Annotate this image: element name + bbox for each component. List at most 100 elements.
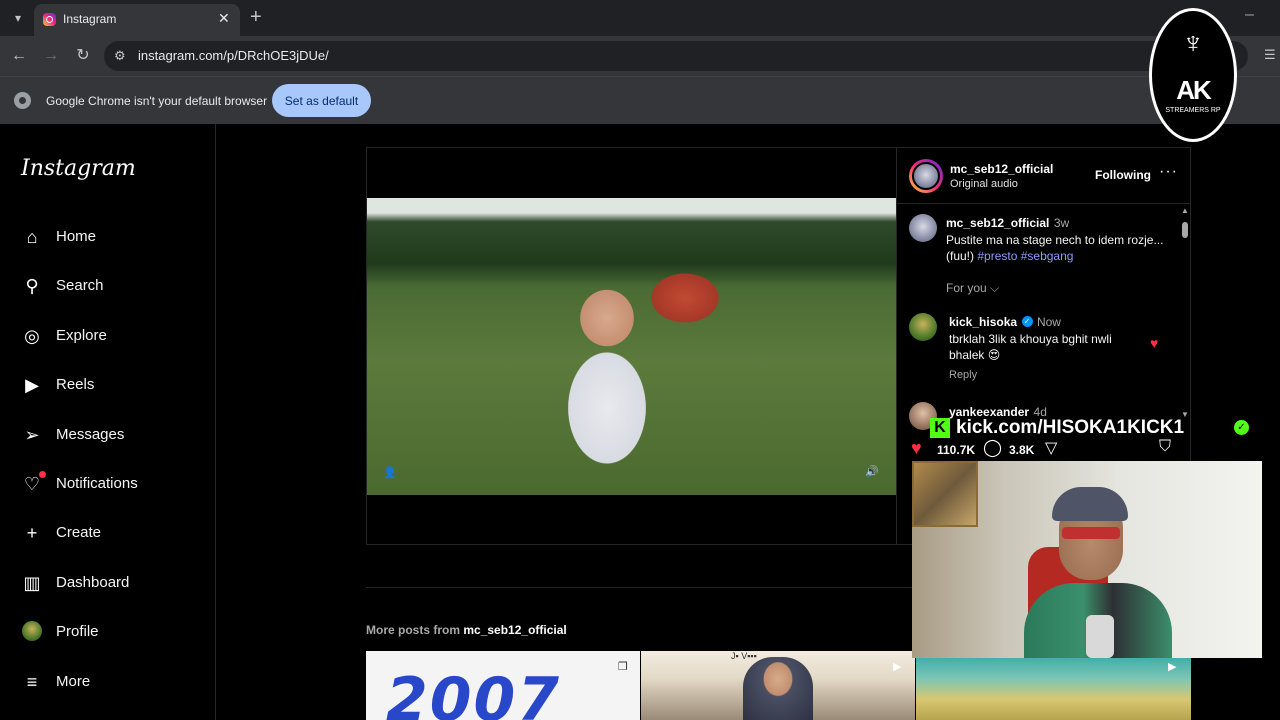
sidebar-item-label: Reels (56, 376, 95, 393)
author-avatar[interactable] (909, 159, 943, 193)
comment-sort-dropdown[interactable]: For you ⌵ (946, 281, 999, 296)
sidebar-item-notifications[interactable]: ♡ Notifications (12, 462, 208, 506)
streamer-webcam (912, 461, 1262, 658)
reply-button[interactable]: Reply (949, 369, 977, 381)
search-icon: ⚲ (25, 276, 39, 296)
audio-link[interactable]: Original audio (950, 178, 1018, 190)
tab-close-icon[interactable]: ✕ (218, 10, 230, 27)
post-header: mc_seb12_official Original audio Followi… (897, 148, 1191, 204)
tab-search-button[interactable]: ▾ (8, 8, 28, 28)
compass-icon: ◎ (24, 326, 40, 346)
instagram-logo[interactable]: Instagram (21, 156, 136, 181)
comment-username[interactable]: kick_hisoka (949, 315, 1017, 329)
send-icon: ➢ (24, 425, 40, 445)
sidebar-item-create[interactable]: + Create (12, 511, 208, 555)
streamer-cap (1052, 487, 1128, 521)
browser-tab[interactable]: Instagram ✕ (34, 4, 240, 36)
comment-avatar[interactable] (909, 313, 937, 341)
sidebar-item-label: More (56, 673, 91, 690)
tab-title: Instagram (63, 12, 117, 26)
dashboard-icon: ▥ (23, 573, 41, 593)
caption: mc_seb12_official 3w Pustite ma na stage… (946, 214, 1176, 264)
plus-icon: + (26, 523, 38, 543)
sidebar-item-messages[interactable]: ➢ Messages (12, 413, 208, 457)
thumbnail-text: 2007 (386, 665, 561, 720)
new-tab-button[interactable]: + (250, 6, 262, 28)
kick-url-text: kick.com/HISOKA1KICK1 (956, 417, 1185, 438)
caption-username[interactable]: mc_seb12_official (946, 216, 1049, 230)
chevron-down-icon: ⌵ (990, 281, 1000, 295)
infobar-message: Google Chrome isn't your default browser (46, 94, 268, 108)
bookmark-icon[interactable]: ⛉ (1159, 438, 1171, 456)
more-options-icon[interactable]: ··· (1159, 163, 1178, 181)
sidebar-item-search[interactable]: ⚲ Search (12, 264, 208, 308)
kick-logo-icon: K (930, 418, 950, 438)
reel-icon: ▶ (893, 661, 902, 673)
author-username[interactable]: mc_seb12_official (950, 162, 1053, 176)
more-posts-prefix: More posts from (366, 623, 461, 637)
badge-text: AK (1176, 75, 1212, 105)
notification-dot (39, 471, 46, 478)
verified-badge-icon: ✓ (1021, 316, 1033, 328)
sidebar-item-label: Create (56, 524, 102, 541)
comment-bubble-icon[interactable]: ◯ (983, 438, 1002, 458)
window-minimize-button[interactable]: – (1245, 6, 1254, 24)
sidebar-item-label: Search (56, 277, 104, 294)
thumbnail-text: J▪ V▪▪▪ (731, 651, 757, 661)
sort-label: For you (946, 281, 987, 295)
more-posts-heading: More posts from mc_seb12_official (366, 623, 567, 637)
verified-check-icon: ✓ (1234, 420, 1249, 435)
wall-painting (912, 461, 978, 527)
more-post-thumbnail[interactable]: J▪ V▪▪▪ ▶ (641, 651, 915, 720)
comment-text: tbrklah 3lik a khouya bghit nwli bhalek … (949, 332, 1112, 362)
like-count[interactable]: 110.7K (937, 443, 975, 457)
sidebar-item-dashboard[interactable]: ▥ Dashboard (12, 561, 208, 605)
set-as-default-button[interactable]: Set as default (272, 84, 371, 117)
address-bar[interactable]: ⚙ instagram.com/p/DRchOE3jDUe/ (104, 41, 1248, 71)
avatar (22, 621, 42, 641)
sidebar-item-reels[interactable]: ▶ Reels (12, 363, 208, 407)
forward-arrow-icon[interactable]: → (40, 45, 62, 67)
back-arrow-icon[interactable]: ← (8, 45, 30, 67)
side-panel-icon[interactable]: ☰ (1264, 47, 1276, 63)
sidebar-item-profile[interactable]: Profile (12, 610, 208, 654)
instagram-sidebar: Instagram ⌂ Home ⚲ Search ◎ Explore ▶ Re… (0, 124, 216, 720)
sidebar-item-explore[interactable]: ◎ Explore (12, 314, 208, 358)
streamer-glasses (1062, 527, 1120, 539)
phoenix-icon: ♆ (1181, 27, 1205, 60)
like-heart-icon[interactable]: ♥ (911, 438, 922, 459)
comment-count: 3.8K (1009, 443, 1035, 457)
comment-like-heart-icon[interactable]: ♥ (1150, 335, 1158, 351)
more-posts-username[interactable]: mc_seb12_official (463, 623, 566, 637)
url-text[interactable]: instagram.com/p/DRchOE3jDUe/ (138, 48, 329, 63)
browser-tab-strip: ▾ Instagram ✕ + – (0, 0, 1280, 36)
reel-video[interactable]: 👤 🔊 (367, 148, 896, 544)
sidebar-item-more[interactable]: ≡ More (12, 660, 208, 704)
comment-time: Now (1036, 315, 1061, 329)
more-post-thumbnail[interactable]: ▶ (916, 651, 1191, 720)
sidebar-item-label: Dashboard (56, 574, 130, 591)
volume-icon[interactable]: 🔊 (865, 465, 879, 478)
more-post-thumbnail[interactable]: 2007 ❐ (366, 651, 640, 720)
site-info-icon[interactable]: ⚙ (114, 48, 126, 64)
reels-icon: ▶ (25, 375, 39, 395)
channel-logo-badge: ♆ AK STREAMERS RP (1149, 8, 1237, 142)
caption-hashtags[interactable]: #presto #sebgang (977, 249, 1073, 263)
instagram-favicon-icon (43, 13, 56, 26)
share-icon[interactable]: ▽ (1045, 438, 1057, 458)
menu-icon: ≡ (26, 672, 38, 692)
sidebar-item-home[interactable]: ⌂ Home (12, 215, 208, 259)
following-button[interactable]: Following (1095, 168, 1151, 182)
tagged-people-icon[interactable]: 👤 (383, 466, 397, 479)
scroll-thumb[interactable] (1182, 222, 1188, 238)
scroll-up-arrow-icon[interactable]: ▲ (1181, 206, 1189, 215)
comments-scrollbar[interactable]: ▲ ▼ (1181, 206, 1189, 419)
caption-avatar[interactable] (909, 214, 937, 242)
sidebar-item-label: Profile (56, 623, 99, 640)
sidebar-item-label: Notifications (56, 475, 138, 492)
microphone (1086, 615, 1114, 658)
caption-time: 3w (1053, 216, 1070, 230)
sidebar-item-label: Home (56, 228, 97, 245)
reload-icon[interactable]: ↻ (72, 45, 94, 67)
carousel-icon: ❐ (618, 661, 628, 673)
